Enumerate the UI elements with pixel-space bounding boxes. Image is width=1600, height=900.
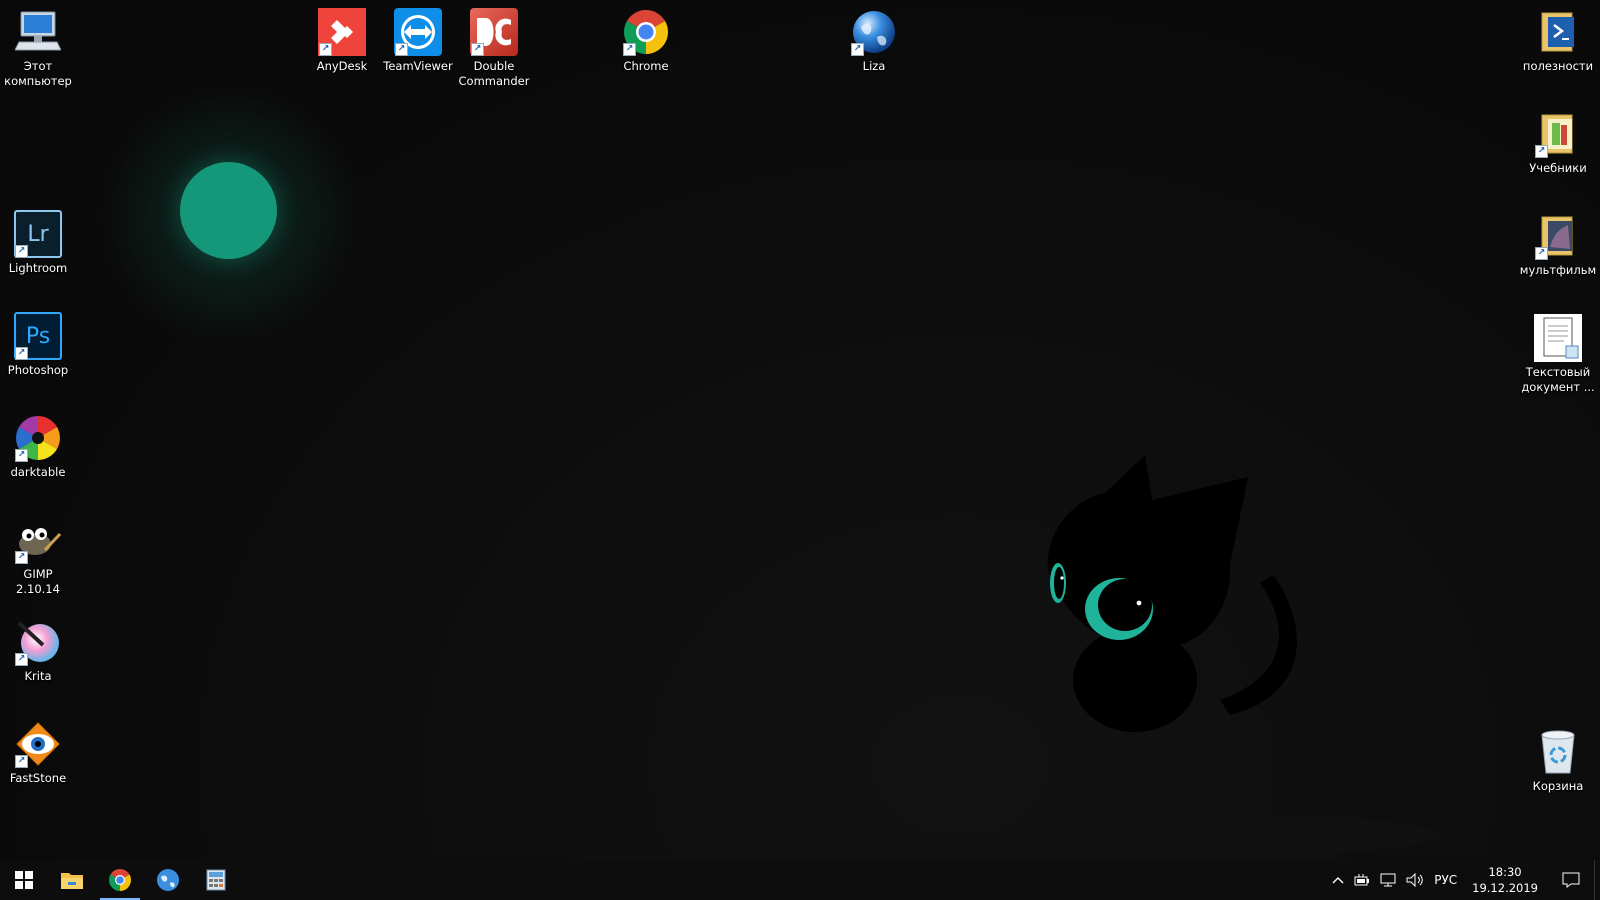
desktop-icon-label: TeamViewer xyxy=(383,59,453,73)
double-commander-icon: ↗ xyxy=(470,8,518,56)
desktop-icon-label: Текстовый документ ... xyxy=(1521,365,1595,394)
show-desktop-button[interactable] xyxy=(1594,860,1600,900)
desktop-icon-gimp[interactable]: ↗ GIMP 2.10.14 xyxy=(0,516,76,597)
taskbar: РУС 18:30 19.12.2019 xyxy=(0,860,1600,900)
globe-icon xyxy=(157,869,179,891)
desktop-icon-label: Учебники xyxy=(1529,161,1587,175)
tray-clock[interactable]: 18:30 19.12.2019 xyxy=(1462,864,1548,896)
taskbar-file-explorer[interactable] xyxy=(48,860,96,900)
tray-battery-button[interactable] xyxy=(1349,860,1375,900)
calculator-icon xyxy=(206,869,226,891)
chrome-icon xyxy=(109,869,131,891)
desktop-icon-label: мультфильм xyxy=(1519,263,1597,277)
windows-logo-icon xyxy=(15,871,33,889)
shortcut-arrow-icon: ↗ xyxy=(15,653,28,666)
desktop-icon-label: Корзина xyxy=(1532,779,1584,793)
desktop-icon-multfilm[interactable]: ↗ мультфильм xyxy=(1520,212,1596,278)
desktop-icon-krita[interactable]: ↗ Krita xyxy=(0,618,76,684)
desktop-icon-label: Double Commander xyxy=(458,59,530,88)
gimp-icon: ↗ xyxy=(14,516,62,564)
tray-volume-button[interactable] xyxy=(1401,860,1429,900)
folder-icon: ↗ xyxy=(1534,212,1582,260)
wallpaper-cat xyxy=(1040,455,1440,857)
battery-plug-icon xyxy=(1354,874,1370,886)
desktop-icon-photoshop[interactable]: Ps ↗ Photoshop xyxy=(0,312,76,378)
shortcut-arrow-icon: ↗ xyxy=(15,347,28,360)
lightroom-icon: Lr ↗ xyxy=(14,210,62,258)
desktop-icon-liza[interactable]: ↗ Liza xyxy=(836,8,912,74)
desktop-icon-label: Этот компьютер xyxy=(4,59,72,88)
desktop-icon-label: GIMP 2.10.14 xyxy=(16,567,60,596)
tray-language-button[interactable]: РУС xyxy=(1429,860,1462,900)
desktop-icon-label: Photoshop xyxy=(7,363,69,377)
clock-time: 18:30 xyxy=(1488,865,1522,879)
desktop-icon-uchebniki[interactable]: ↗ Учебники xyxy=(1520,110,1596,176)
action-center-button[interactable] xyxy=(1548,860,1594,900)
shortcut-arrow-icon: ↗ xyxy=(851,43,864,56)
shortcut-arrow-icon: ↗ xyxy=(319,43,332,56)
system-tray: РУС 18:30 19.12.2019 xyxy=(1327,860,1600,900)
shortcut-arrow-icon: ↗ xyxy=(15,551,28,564)
shortcut-arrow-icon: ↗ xyxy=(15,449,28,462)
taskbar-globe-app[interactable] xyxy=(144,860,192,900)
network-icon xyxy=(1380,873,1396,887)
desktop-icon-text-document[interactable]: Текстовый документ ... xyxy=(1520,314,1596,395)
text-document-icon xyxy=(1534,314,1582,362)
tray-network-button[interactable] xyxy=(1375,860,1401,900)
shortcut-arrow-icon: ↗ xyxy=(1535,247,1548,260)
shortcut-arrow-icon: ↗ xyxy=(15,755,28,768)
shortcut-arrow-icon: ↗ xyxy=(15,245,28,258)
anydesk-icon: ↗ xyxy=(318,8,366,56)
desktop-icon-anydesk[interactable]: ↗ AnyDesk xyxy=(304,8,380,74)
desktop-icon-faststone[interactable]: ↗ FastStone xyxy=(0,720,76,786)
shortcut-arrow-icon: ↗ xyxy=(1535,145,1548,158)
shortcut-arrow-icon: ↗ xyxy=(623,43,636,56)
desktop-icon-double-commander[interactable]: ↗ Double Commander xyxy=(456,8,532,89)
desktop-icon-label: AnyDesk xyxy=(316,59,368,73)
desktop-icon-this-pc[interactable]: Этот компьютер xyxy=(0,8,76,89)
notification-icon xyxy=(1562,872,1580,888)
desktop-icon-label: Krita xyxy=(24,669,52,683)
desktop-icon-label: Chrome xyxy=(623,59,669,73)
photoshop-icon: Ps ↗ xyxy=(14,312,62,360)
speaker-icon xyxy=(1406,873,1423,887)
taskbar-chrome[interactable] xyxy=(96,860,144,900)
faststone-icon: ↗ xyxy=(14,720,62,768)
desktop-icon-label: полезности xyxy=(1522,59,1594,73)
desktop-icon-label: FastStone xyxy=(9,771,67,785)
start-button[interactable] xyxy=(0,860,48,900)
powershell-folder-icon xyxy=(1534,8,1582,56)
desktop[interactable]: Этот компьютер Lr ↗ Lightroom Ps ↗ Photo… xyxy=(0,0,1600,900)
folder-icon: ↗ xyxy=(1534,110,1582,158)
clock-date: 19.12.2019 xyxy=(1472,881,1538,895)
desktop-icon-poleznosti[interactable]: полезности xyxy=(1520,8,1596,74)
shortcut-arrow-icon: ↗ xyxy=(471,43,484,56)
globe-icon: ↗ xyxy=(850,8,898,56)
wallpaper-moon xyxy=(180,162,277,259)
show-hidden-icons-button[interactable] xyxy=(1327,860,1349,900)
krita-icon: ↗ xyxy=(14,618,62,666)
desktop-icon-chrome[interactable]: ↗ Chrome xyxy=(608,8,684,74)
file-explorer-icon xyxy=(61,873,83,889)
recycle-bin-icon xyxy=(1534,728,1582,776)
desktop-icon-lightroom[interactable]: Lr ↗ Lightroom xyxy=(0,210,76,276)
taskbar-calculator[interactable] xyxy=(192,860,240,900)
desktop-icon-label: Lightroom xyxy=(8,261,68,275)
desktop-icon-label: darktable xyxy=(10,465,66,479)
desktop-icon-label: Liza xyxy=(862,59,886,73)
chevron-up-icon xyxy=(1332,877,1344,884)
darktable-icon: ↗ xyxy=(14,414,62,462)
desktop-icon-darktable[interactable]: ↗ darktable xyxy=(0,414,76,480)
shortcut-arrow-icon: ↗ xyxy=(395,43,408,56)
teamviewer-icon: ↗ xyxy=(394,8,442,56)
desktop-icon-teamviewer[interactable]: ↗ TeamViewer xyxy=(380,8,456,74)
computer-icon xyxy=(14,8,62,56)
chrome-icon: ↗ xyxy=(622,8,670,56)
desktop-icon-recycle-bin[interactable]: Корзина xyxy=(1520,728,1596,794)
